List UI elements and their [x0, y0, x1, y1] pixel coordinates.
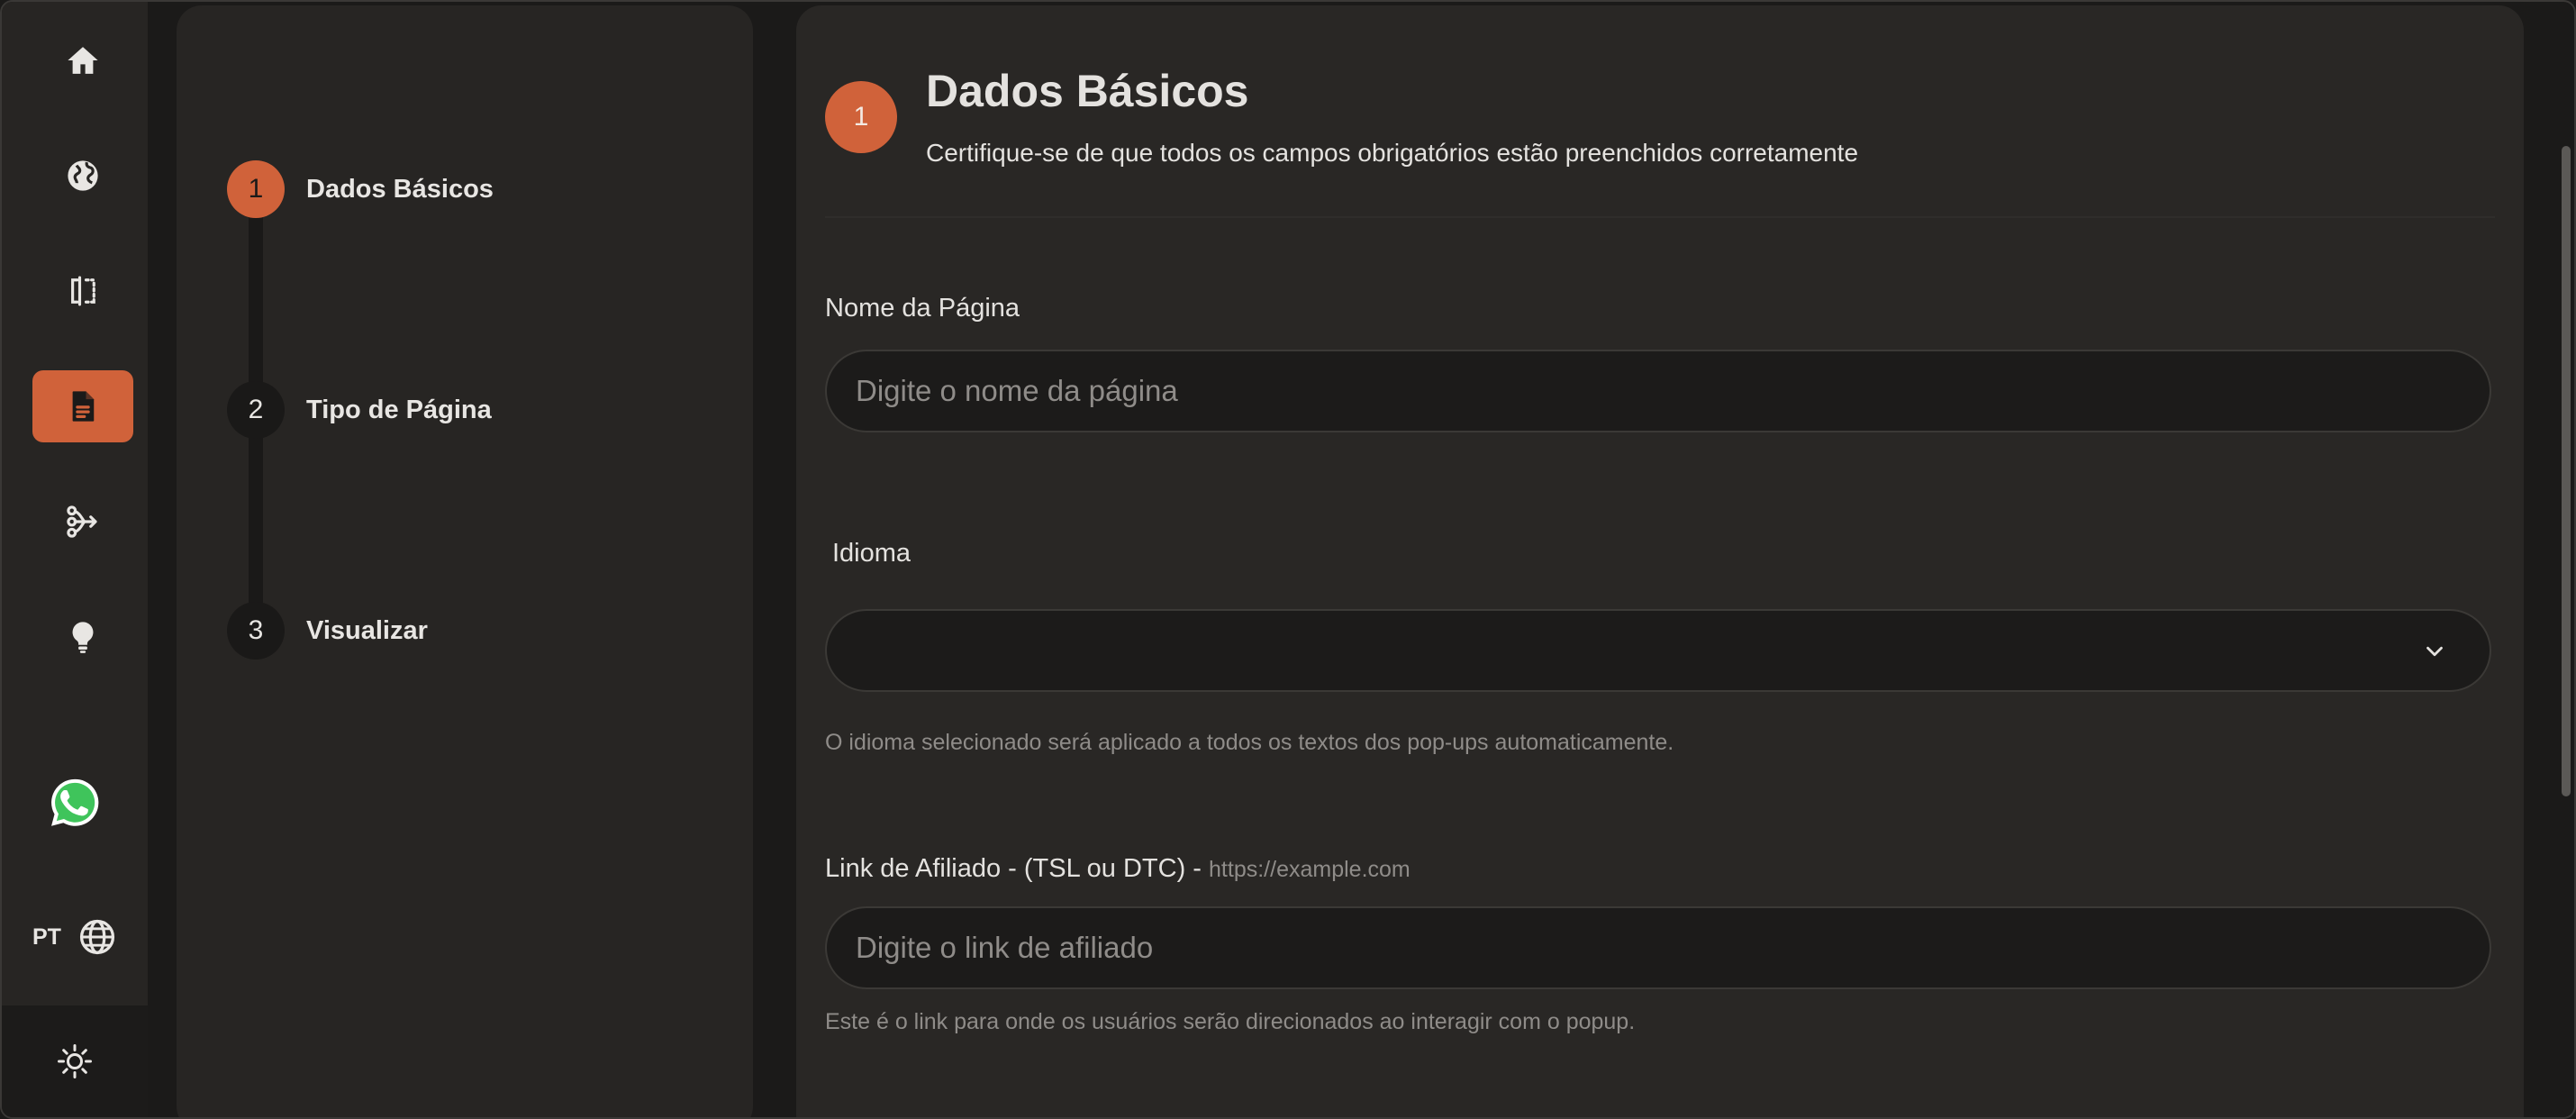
sidebar-rail: PT: [2, 2, 148, 1117]
affiliate-link-label: Link de Afiliado - (TSL ou DTC) - https:…: [825, 854, 1410, 884]
sidebar-footer: [2, 1005, 148, 1117]
language-label: Idioma: [832, 539, 912, 568]
page-name-label: Nome da Página: [825, 294, 1020, 323]
sidebar-item-funnel[interactable]: [32, 486, 133, 558]
affiliate-link-label-text: Link de Afiliado - (TSL ou DTC) -: [825, 854, 1202, 883]
language-help-text: O idioma selecionado será aplicado a tod…: [825, 730, 1674, 755]
affiliate-link-help-text: Este é o link para onde os usuários serã…: [825, 1009, 1636, 1034]
scrollbar[interactable]: [2554, 2, 2574, 1117]
form-panel: 1 Dados Básicos Certifique-se de que tod…: [796, 5, 2524, 1117]
language-switcher[interactable]: PT: [32, 912, 122, 962]
sidebar-item-globe[interactable]: [32, 140, 133, 212]
step-tipo-de-pagina[interactable]: 2 Tipo de Página: [227, 381, 492, 439]
step-label: Dados Básicos: [306, 174, 494, 204]
funnel-icon: [67, 505, 97, 538]
home-icon: [68, 47, 98, 74]
scrollbar-thumb[interactable]: [2562, 146, 2571, 796]
language-code: PT: [32, 923, 61, 950]
step-badge: 1: [825, 81, 897, 153]
page-subtitle: Certifique-se de que todos os campos obr…: [926, 139, 1859, 167]
sidebar-item-ideas[interactable]: [32, 601, 133, 673]
step-number: 1: [227, 160, 285, 218]
app-window: PT 1 Dados Básicos 2 Tipo de Página 3 Vi…: [0, 0, 2576, 1119]
stepper-panel: 1 Dados Básicos 2 Tipo de Página 3 Visua…: [177, 5, 753, 1117]
whatsapp-button[interactable]: [47, 775, 103, 831]
compare-icon: [71, 276, 95, 306]
sidebar-item-pages[interactable]: [32, 370, 133, 442]
step-number: 2: [227, 381, 285, 439]
page-name-input[interactable]: [825, 350, 2491, 432]
lightbulb-icon: [72, 622, 94, 653]
globe-icon: [79, 919, 115, 955]
language-select[interactable]: [825, 609, 2491, 692]
sidebar-item-compare[interactable]: [32, 255, 133, 327]
document-icon: [72, 391, 95, 422]
step-dados-basicos[interactable]: 1 Dados Básicos: [227, 160, 494, 218]
step-label: Tipo de Página: [306, 395, 492, 424]
affiliate-link-input[interactable]: [825, 906, 2491, 989]
affiliate-link-example: https://example.com: [1209, 857, 1410, 882]
globe-icon: [68, 160, 98, 191]
page-title: Dados Básicos: [926, 66, 1249, 116]
sun-icon: [58, 1044, 92, 1078]
step-number: 3: [227, 602, 285, 660]
whatsapp-icon: [51, 778, 99, 826]
header-divider: [825, 216, 2495, 218]
step-label: Visualizar: [306, 615, 428, 645]
chevron-down-icon: [2426, 646, 2443, 657]
step-visualizar[interactable]: 3 Visualizar: [227, 602, 428, 660]
theme-toggle-button[interactable]: [48, 1034, 102, 1088]
sidebar-item-home[interactable]: [32, 24, 133, 96]
